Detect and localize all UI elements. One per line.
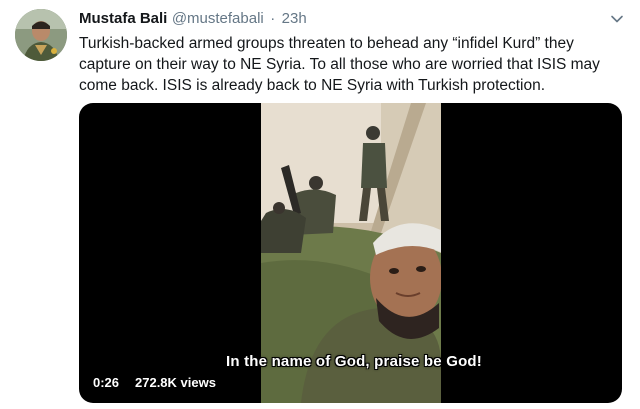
author-handle[interactable]: @mustefabali [172,10,264,27]
separator-dot: · [270,10,276,27]
avatar-photo [15,9,67,61]
tweet-card[interactable]: Mustafa Bali @mustefabali · 23h Turkish-… [0,0,640,409]
tweet-timestamp[interactable]: 23h [282,10,307,27]
tweet-header: Mustafa Bali @mustefabali · 23h [79,10,609,30]
chevron-down-icon [611,15,623,23]
video-player[interactable]: In the name of God, praise be God! 0:26 … [79,103,622,403]
tweet-text: Turkish-backed armed groups threaten to … [79,35,600,94]
video-duration-badge: 0:26 [87,372,126,394]
video-views-badge: 272.8K views [129,372,222,394]
tweet-menu-button[interactable] [610,12,624,26]
video-subtitle: In the name of God, praise be God! [226,353,482,370]
avatar[interactable] [15,9,67,61]
author-name[interactable]: Mustafa Bali [79,10,167,27]
